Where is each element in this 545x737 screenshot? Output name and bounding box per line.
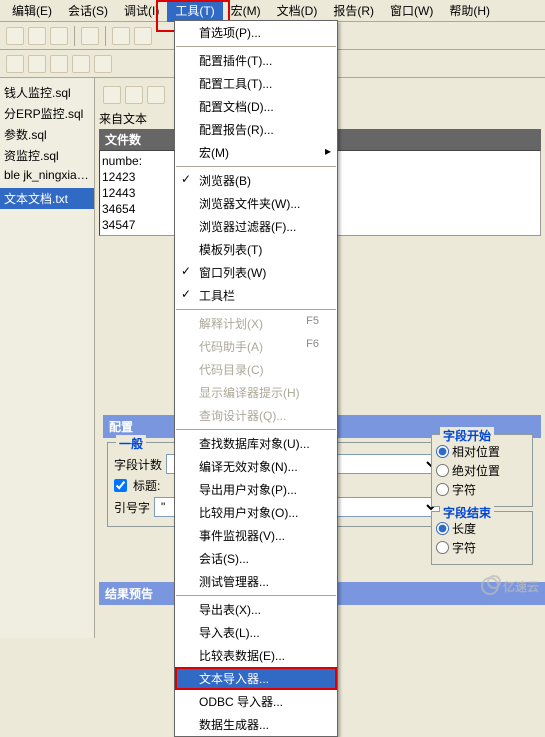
- separator: [176, 46, 336, 47]
- menu-item[interactable]: 模板列表(T): [175, 238, 337, 261]
- save-icon[interactable]: [50, 27, 68, 45]
- file-list-pane: 钱人监控.sql 分ERP监控.sql 参数.sql 资监控.sql ble j…: [0, 78, 95, 638]
- menu-item: 代码目录(C): [175, 358, 337, 381]
- fe-length-label: 长度: [452, 520, 476, 537]
- field-start-legend: 字段开始: [440, 427, 494, 444]
- field-options: 字段开始 相对位置 绝对位置 字符 字段结束 长度 字符: [427, 430, 537, 569]
- menu-item[interactable]: 事件监视器(V)...: [175, 524, 337, 547]
- menu-item[interactable]: 工具栏: [175, 284, 337, 307]
- watermark: 亿速云: [481, 577, 539, 595]
- doc-open-icon[interactable]: [103, 86, 121, 104]
- separator: [176, 166, 336, 167]
- menu-debug[interactable]: 调试(I): [116, 0, 167, 22]
- file-item[interactable]: 钱人监控.sql: [0, 82, 94, 103]
- menu-window[interactable]: 窗口(W): [382, 0, 441, 22]
- menu-item[interactable]: 配置工具(T)...: [175, 72, 337, 95]
- open-icon[interactable]: [28, 27, 46, 45]
- menu-docs[interactable]: 文档(D): [269, 0, 326, 22]
- fs-absolute-label: 绝对位置: [452, 462, 500, 479]
- separator: [176, 429, 336, 430]
- menu-item[interactable]: 比较用户对象(O)...: [175, 501, 337, 524]
- menu-item[interactable]: 数据生成器...: [175, 713, 337, 736]
- menu-item[interactable]: ODBC 导入器...: [175, 690, 337, 713]
- submenu-arrow-icon: ▸: [325, 144, 331, 158]
- menu-item: 代码助手(A)F6: [175, 335, 337, 358]
- doc-paste-icon[interactable]: [125, 86, 143, 104]
- file-item-selected[interactable]: 文本文档.txt: [0, 188, 94, 209]
- fs-relative-radio[interactable]: [436, 445, 449, 458]
- globe-icon: [481, 577, 499, 595]
- accelerator: F6: [306, 338, 319, 350]
- menu-item[interactable]: 窗口列表(W): [175, 261, 337, 284]
- file-item[interactable]: 参数.sql: [0, 124, 94, 145]
- menu-item: 查询设计器(Q)...: [175, 404, 337, 427]
- watermark-text: 亿速云: [503, 578, 539, 595]
- menu-item[interactable]: 导入表(L)...: [175, 621, 337, 644]
- fs-char-radio[interactable]: [436, 483, 449, 496]
- menu-item[interactable]: 配置插件(T)...: [175, 49, 337, 72]
- menu-item[interactable]: 编译无效对象(N)...: [175, 455, 337, 478]
- menu-item[interactable]: 会话(S)...: [175, 547, 337, 570]
- fe-char-radio[interactable]: [436, 541, 449, 554]
- menu-session[interactable]: 会话(S): [60, 0, 116, 22]
- separator: [176, 309, 336, 310]
- menu-item: 解释计划(X)F5: [175, 312, 337, 335]
- menu-tools[interactable]: 工具(T): [167, 0, 222, 22]
- menu-item[interactable]: 首选项(P)...: [175, 21, 337, 44]
- table-icon[interactable]: [94, 55, 112, 73]
- menu-edit[interactable]: 编辑(E): [4, 0, 60, 22]
- print-icon[interactable]: [81, 27, 99, 45]
- fs-char-label: 字符: [452, 481, 476, 498]
- menu-macro[interactable]: 宏(M): [223, 0, 269, 22]
- menu-item[interactable]: 配置报告(R)...: [175, 118, 337, 141]
- menu-item[interactable]: 配置文档(D)...: [175, 95, 337, 118]
- menu-item[interactable]: 比较表数据(E)...: [175, 644, 337, 667]
- file-item[interactable]: 资监控.sql: [0, 145, 94, 166]
- new-icon[interactable]: [6, 27, 24, 45]
- menu-item[interactable]: 文本导入器...: [175, 667, 337, 690]
- menu-item: 显示编译器提示(H): [175, 381, 337, 404]
- menu-item[interactable]: 测试管理器...: [175, 570, 337, 593]
- menu-report[interactable]: 报告(R): [325, 0, 382, 22]
- file-item[interactable]: ble jk_ningxia_user(i: [0, 166, 94, 184]
- menu-item[interactable]: 浏览器文件夹(W)...: [175, 192, 337, 215]
- menu-item[interactable]: 导出用户对象(P)...: [175, 478, 337, 501]
- rollback-icon[interactable]: [50, 55, 68, 73]
- exec-icon[interactable]: [6, 55, 24, 73]
- file-item[interactable]: 分ERP监控.sql: [0, 103, 94, 124]
- menu-item[interactable]: 查找数据库对象(U)...: [175, 432, 337, 455]
- quote-label: 引号字: [114, 499, 150, 516]
- fs-relative-label: 相对位置: [452, 443, 500, 460]
- separator: [176, 595, 336, 596]
- sql-icon[interactable]: [72, 55, 90, 73]
- general-legend: 一般: [116, 435, 146, 452]
- separator: [74, 26, 75, 46]
- doc-refresh-icon[interactable]: [147, 86, 165, 104]
- undo-icon[interactable]: [112, 27, 130, 45]
- title-label: 标题:: [133, 477, 160, 494]
- separator: [105, 26, 106, 46]
- fe-char-label: 字符: [452, 539, 476, 556]
- menu-item[interactable]: 浏览器过滤器(F)...: [175, 215, 337, 238]
- menu-help[interactable]: 帮助(H): [441, 0, 498, 22]
- tools-dropdown: 首选项(P)... 配置插件(T)...配置工具(T)...配置文档(D)...配…: [174, 20, 338, 737]
- field-end-legend: 字段结束: [440, 504, 494, 521]
- fe-length-radio[interactable]: [436, 522, 449, 535]
- commit-icon[interactable]: [28, 55, 46, 73]
- field-count-label: 字段计数: [114, 456, 162, 473]
- fs-absolute-radio[interactable]: [436, 464, 449, 477]
- accelerator: F5: [306, 315, 319, 327]
- menu-item[interactable]: 浏览器(B): [175, 169, 337, 192]
- title-checkbox[interactable]: [114, 479, 127, 492]
- menu-item[interactable]: 导出表(X)...: [175, 598, 337, 621]
- redo-icon[interactable]: [134, 27, 152, 45]
- menu-item[interactable]: 宏(M)▸: [175, 141, 337, 164]
- menubar: 编辑(E) 会话(S) 调试(I) 工具(T) 宏(M) 文档(D) 报告(R)…: [0, 0, 545, 22]
